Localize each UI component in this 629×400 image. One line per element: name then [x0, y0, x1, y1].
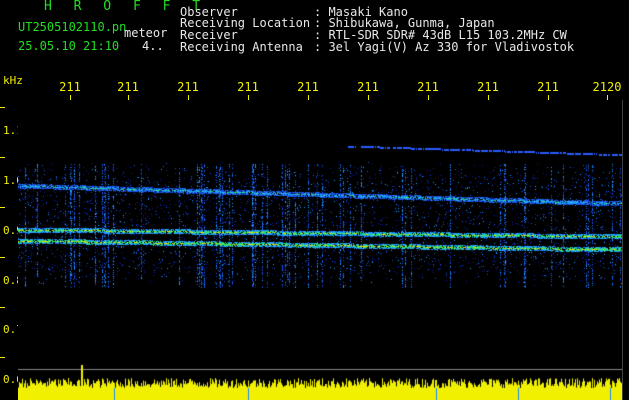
x-tick-label: 211 [117, 80, 139, 94]
count-label: 4.. [142, 39, 164, 53]
plot-border [622, 100, 623, 400]
x-tick-label: 2120 [592, 80, 622, 94]
x-tick-label: 211 [177, 80, 199, 94]
y-tick-mark [0, 207, 5, 208]
mode-label: meteor [124, 26, 168, 40]
x-tick-label: 211 [237, 80, 259, 94]
datetime-label: 25.05.10 21:10 [18, 39, 120, 53]
y-axis-unit: kHz [3, 74, 23, 87]
file-name: UT2505102110.pn [18, 20, 127, 34]
spectrogram [18, 100, 622, 400]
y-tick-mark [0, 257, 5, 258]
x-tick-label: 211 [357, 80, 379, 94]
antenna-value: : 3el Yagi(V) Az 330 for Vladivostok [314, 40, 575, 54]
y-tick-mark [0, 307, 5, 308]
y-tick-mark [0, 357, 5, 358]
y-tick-mark [0, 157, 5, 158]
antenna-label: Receiving Antenna [180, 40, 303, 54]
y-tick-mark [0, 107, 5, 108]
x-tick-label: 211 [59, 80, 81, 94]
x-tick-label: 211 [477, 80, 499, 94]
x-tick-label: 211 [297, 80, 319, 94]
x-tick-label: 211 [417, 80, 439, 94]
x-tick-label: 211 [537, 80, 559, 94]
